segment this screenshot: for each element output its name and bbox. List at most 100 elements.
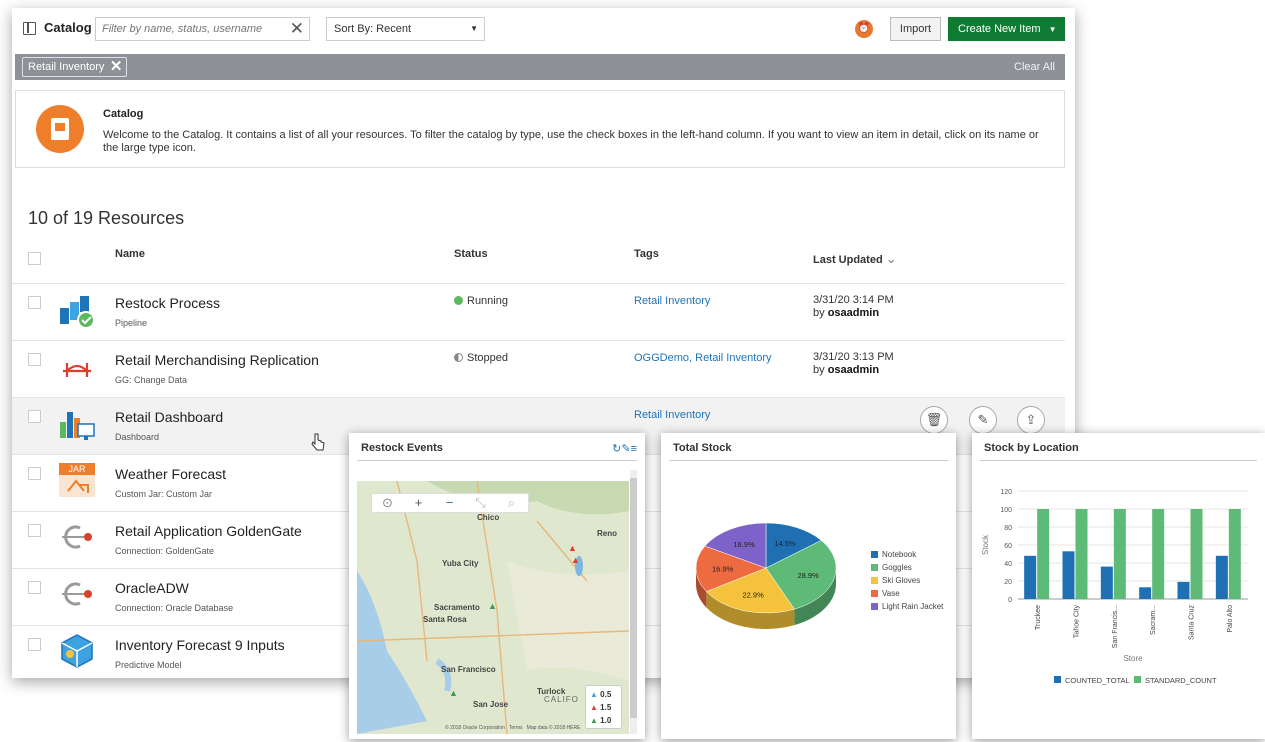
legend-item[interactable]: Light Rain Jacket: [871, 600, 943, 613]
notification-icon[interactable]: ⏰: [855, 20, 873, 38]
jar-icon[interactable]: JAR: [58, 461, 96, 499]
zoom-out-icon[interactable]: −: [434, 494, 465, 512]
select-all-checkbox[interactable]: [28, 252, 41, 265]
col-last-updated-label: Last Updated: [813, 254, 883, 266]
legend-item[interactable]: Ski Gloves: [871, 574, 943, 587]
legend-item[interactable]: Notebook: [871, 548, 943, 561]
bar-chart[interactable]: 0 20 40 60 80 100 120 Stock Truckee Tahoe City San…: [976, 467, 1261, 737]
dashboard-icon[interactable]: [58, 404, 96, 442]
pipeline-icon[interactable]: [58, 290, 96, 328]
event-marker[interactable]: ▲: [449, 688, 458, 698]
create-label: Create New Item: [958, 23, 1041, 35]
zoom-in-icon[interactable]: +: [403, 494, 434, 512]
pie-data-label: 16.9%: [712, 565, 734, 574]
hand-cursor-icon: [311, 433, 325, 451]
row-checkbox[interactable]: [28, 410, 41, 423]
event-marker[interactable]: ▲: [488, 601, 497, 611]
table-row[interactable]: Retail Merchandising Replication GG: Cha…: [12, 340, 1065, 397]
predictive-model-icon[interactable]: [58, 632, 96, 670]
row-checkbox[interactable]: [28, 581, 41, 594]
map-toolbar: ⊙ + − ⤡ ⌕: [371, 493, 529, 513]
legend-item[interactable]: Goggles: [871, 561, 943, 574]
stopped-status-icon: [454, 353, 463, 362]
table-row[interactable]: Restock Process Pipeline Running Retail …: [12, 283, 1065, 340]
legend-label: Light Rain Jacket: [882, 602, 944, 611]
bar: [1152, 509, 1165, 599]
row-checkbox[interactable]: [28, 638, 41, 651]
restock-events-panel: Restock Events ↻✎≡ ⊙ + − ⤡ ⌕ Chico Reno Yuba…: [349, 433, 645, 739]
y-tick-label: 40: [1004, 561, 1012, 568]
row-tags[interactable]: Retail Inventory: [634, 409, 710, 421]
row-name[interactable]: Retail Merchandising Replication: [115, 352, 319, 368]
import-button[interactable]: Import: [890, 17, 941, 41]
database-connection-icon[interactable]: [58, 575, 96, 613]
legend-swatch: [871, 603, 878, 610]
pie-data-label: 28.9%: [797, 571, 819, 580]
legend-item[interactable]: Vase: [871, 587, 943, 600]
panel-tools: ↻✎≡: [612, 442, 637, 455]
fullscreen-icon[interactable]: ⤡: [465, 494, 496, 512]
sort-select[interactable]: Sort By: Recent ▼: [326, 17, 485, 41]
clear-all-link[interactable]: Clear All: [1014, 61, 1055, 73]
catalog-info-box: Catalog Welcome to the Catalog. It conta…: [15, 90, 1065, 168]
bar: [1215, 555, 1228, 599]
legend-marker-icon: ▲: [590, 690, 598, 699]
change-data-icon[interactable]: [58, 347, 96, 385]
x-tick-label: San Francis...: [1112, 605, 1119, 648]
row-status-label: Stopped: [467, 352, 508, 364]
row-status: Running: [454, 295, 508, 307]
row-name[interactable]: Inventory Forecast 9 Inputs: [115, 637, 285, 653]
row-checkbox[interactable]: [28, 353, 41, 366]
select-tool-icon[interactable]: ⊙: [372, 494, 403, 512]
bar: [1062, 551, 1075, 599]
row-checkbox[interactable]: [28, 296, 41, 309]
col-tags[interactable]: Tags: [634, 248, 659, 260]
refresh-icon[interactable]: ↻: [612, 443, 621, 455]
col-name[interactable]: Name: [115, 248, 145, 260]
catalog-icon: [36, 105, 84, 153]
sidebar-toggle-icon[interactable]: [23, 22, 36, 35]
settings-icon[interactable]: ≡: [631, 443, 637, 455]
col-status[interactable]: Status: [454, 248, 488, 260]
delete-icon[interactable]: 🗑: [920, 406, 948, 434]
legend-swatch: [871, 551, 878, 558]
scrollbar-thumb[interactable]: [630, 478, 637, 718]
event-marker[interactable]: ▲: [568, 543, 577, 553]
edit-icon[interactable]: ✎: [621, 443, 630, 455]
row-name[interactable]: OracleADW: [115, 580, 189, 596]
y-tick-label: 120: [1000, 489, 1012, 496]
x-tick-label: Palo Alto: [1227, 605, 1234, 633]
publish-icon[interactable]: ⇪: [1017, 406, 1045, 434]
panel-divider: [357, 460, 637, 461]
row-name[interactable]: Weather Forecast: [115, 466, 226, 482]
map-view[interactable]: ⊙ + − ⤡ ⌕ Chico Reno Yuba City Sacramento Sa…: [357, 481, 629, 734]
filter-input[interactable]: [96, 18, 281, 40]
row-name[interactable]: Retail Dashboard: [115, 409, 223, 425]
col-last-updated[interactable]: Last Updated ⌄: [813, 251, 897, 267]
row-checkbox[interactable]: [28, 524, 41, 537]
remove-chip-icon[interactable]: ✕: [110, 58, 123, 76]
bar: [1100, 566, 1113, 599]
row-name[interactable]: Restock Process: [115, 295, 220, 311]
pie-chart[interactable]: 14.5% 28.9% 22.9% 16.9% 16.9%: [686, 513, 856, 643]
sort-desc-icon[interactable]: ⌄: [886, 251, 897, 266]
row-name[interactable]: Retail Application GoldenGate: [115, 523, 302, 539]
edit-icon[interactable]: ✎: [969, 406, 997, 434]
row-tags[interactable]: OGGDemo, Retail Inventory: [634, 352, 772, 364]
row-type: Custom Jar: Custom Jar: [115, 489, 213, 499]
row-type: Connection: GoldenGate: [115, 546, 215, 556]
search-icon[interactable]: ⌕: [496, 494, 527, 512]
event-marker[interactable]: ▲: [571, 555, 580, 565]
map-scrollbar[interactable]: [630, 470, 637, 734]
row-checkbox[interactable]: [28, 467, 41, 480]
clear-filter-icon[interactable]: ✕: [290, 19, 304, 39]
row-type: Predictive Model: [115, 660, 182, 670]
filter-chip[interactable]: Retail Inventory ✕: [22, 57, 128, 77]
x-tick-label: Tahoe City: [1074, 605, 1081, 639]
create-new-item-button[interactable]: Create New Item ▼: [948, 17, 1065, 41]
goldengate-connection-icon[interactable]: [58, 518, 96, 556]
row-tags[interactable]: Retail Inventory: [634, 295, 710, 307]
toolbar: Catalog ✕ Sort By: Recent ▼ ⏰ Import Crea…: [12, 8, 1075, 50]
bar: [1037, 509, 1050, 599]
y-tick-label: 100: [1000, 507, 1012, 514]
